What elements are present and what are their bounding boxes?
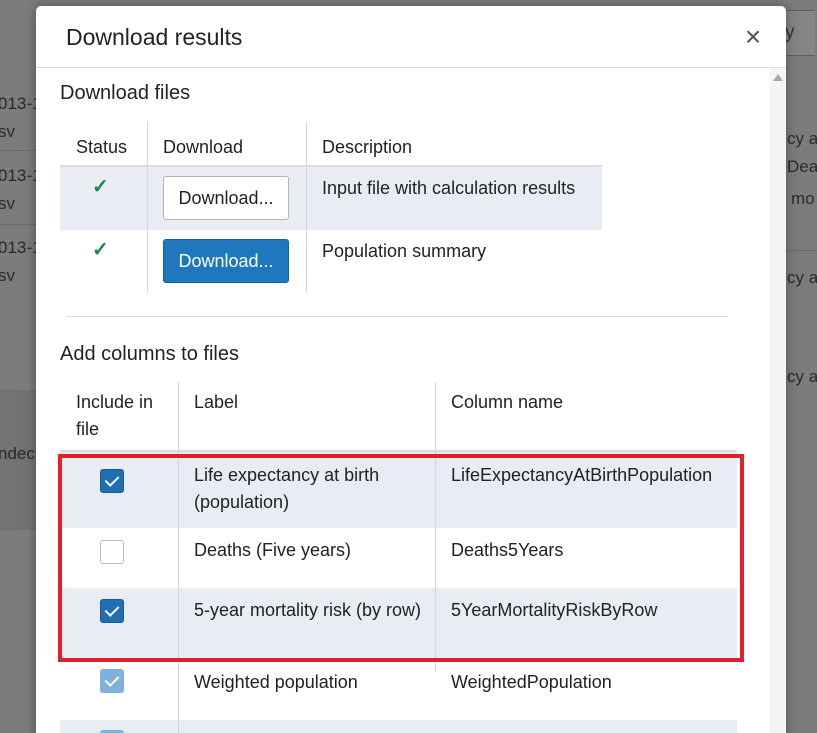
table-row: Deaths (Five years) Deaths5Years [60,528,737,588]
background-text: cy a [787,367,817,386]
column-divider [147,122,148,293]
scroll-up-arrow-icon[interactable] [773,74,783,81]
background-divider [0,150,40,151]
dialog-title: Download results [66,24,243,50]
status-header: Status [76,137,128,157]
background-divider [0,224,40,225]
table-header: Status Download Description [60,122,602,167]
dialog-scrollbar[interactable] [770,69,786,733]
background-text: cy a [787,129,817,148]
include-header-line1: Include in [76,392,154,412]
column-divider [435,382,436,672]
background-text: Deat [787,157,817,176]
row-description: Population summary [322,241,487,261]
column-name: LifeExpectancyAtBirthPopulation [451,465,713,485]
dialog-header: Download results × [36,6,786,68]
background-button: y [783,10,815,56]
background-text: cy a [787,268,817,287]
include-checkbox[interactable] [100,540,124,564]
column-name-header: Column name [451,392,564,412]
download-input-file-button[interactable]: Download... [163,176,289,220]
table-row: Weighted population WeightedPopulation [60,660,737,720]
background-divider [786,250,817,251]
download-header: Download [163,137,244,157]
columns-table: Include in file Label Column name Life e… [60,382,737,733]
background-text: ndec [0,444,35,463]
table-row: ✓ Download... Population summary [60,230,602,293]
column-name: WeightedPopulation [451,672,612,692]
background-text: sv [0,122,15,141]
column-name: Deaths5Years [451,540,564,560]
column-divider [178,382,179,733]
background-text: mo [791,189,815,208]
table-row: Life expectancy at birth (population) Li… [60,452,737,528]
description-header: Description [322,137,413,157]
include-checkbox[interactable] [100,469,124,493]
section-divider [66,316,728,317]
check-icon: ✓ [92,239,109,261]
table-row: ✓ Download... Input file with calculatio… [60,167,602,230]
column-divider [306,122,307,293]
column-label: Weighted population [194,672,358,692]
column-label: Deaths (Five years) [194,540,352,560]
close-icon[interactable]: × [738,20,768,54]
include-checkbox[interactable] [100,599,124,623]
background-text: sv [0,194,15,213]
download-population-summary-button[interactable]: Download... [163,239,289,283]
row-description: Input file with calculation results [322,178,576,198]
download-files-heading: Download files [60,82,191,104]
table-row: 5-year mortality risk (by row) 5YearMort… [60,588,737,660]
check-icon: ✓ [92,176,109,198]
table-row [60,720,737,733]
include-header-line2: file [76,419,100,439]
background-text: sv [0,266,15,285]
download-results-dialog: Download results × Download files Status… [36,6,786,733]
add-columns-heading: Add columns to files [60,343,239,365]
column-label: Life expectancy at birth (population) [194,465,380,512]
column-label: 5-year mortality risk (by row) [194,600,422,620]
column-name: 5YearMortalityRiskByRow [451,600,658,620]
table-header: Include in file Label Column name [60,382,737,452]
label-header: Label [194,392,239,412]
include-checkbox[interactable] [100,669,124,693]
dialog-body: Download files Status Download Descripti… [36,69,770,733]
download-files-table: Status Download Description ✓ Download..… [60,122,602,293]
